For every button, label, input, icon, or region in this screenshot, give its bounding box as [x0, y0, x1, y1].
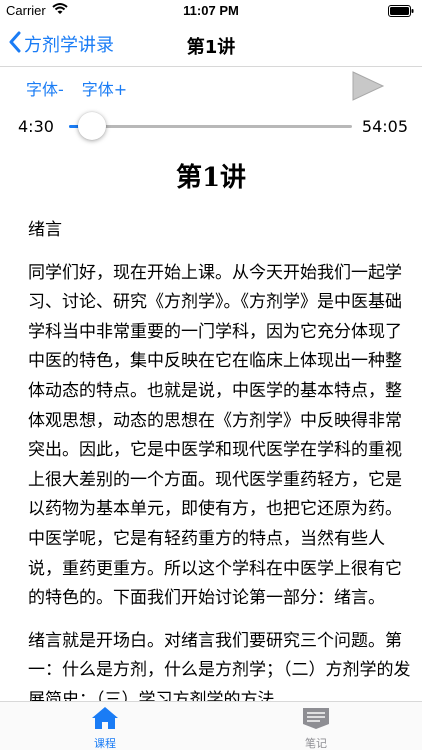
- tab-notes[interactable]: 笔记: [276, 706, 356, 751]
- paragraph: 同学们好，现在开始上课。从今天开始我们一起学习、讨论、研究《方剂学》。《方剂学》…: [28, 262, 402, 609]
- progress-thumb[interactable]: [78, 112, 107, 140]
- status-bar: Carrier 11:07 PM: [0, 0, 422, 22]
- elapsed-time: 4:30: [18, 117, 54, 136]
- section-heading: 绪言: [28, 220, 62, 240]
- play-icon: [350, 71, 386, 106]
- font-larger-button[interactable]: 字体+: [82, 76, 127, 100]
- lecture-title: 第1讲: [175, 163, 247, 193]
- nav-title: 第1讲: [186, 37, 236, 58]
- battery-icon: [388, 5, 414, 20]
- tab-course[interactable]: 课程: [65, 706, 145, 751]
- total-duration: 54:05: [361, 117, 408, 136]
- status-time: 11:07 PM: [183, 3, 239, 18]
- tab-notes-label: 笔记: [305, 737, 327, 750]
- notebook-icon: [302, 708, 330, 734]
- play-button[interactable]: [350, 70, 386, 102]
- lecture-content: 绪言 同学们好，现在开始上课。从今天开始我们一起学习、讨论、研究《方剂学》。《方…: [28, 216, 412, 703]
- paragraph: 绪言就是开场白。对绪言我们要研究三个问题。第一：什么是方剂，什么是方剂学；（二）…: [28, 630, 411, 703]
- font-size-controls: 字体- 字体+: [26, 76, 127, 100]
- tab-course-label: 课程: [94, 737, 116, 750]
- navigation-bar: 方剂学讲录 第1讲: [0, 22, 422, 67]
- font-smaller-button[interactable]: 字体-: [26, 76, 64, 100]
- progress-slider[interactable]: [69, 112, 352, 140]
- home-icon: [91, 707, 119, 734]
- tab-bar: 课程 笔记: [0, 701, 422, 750]
